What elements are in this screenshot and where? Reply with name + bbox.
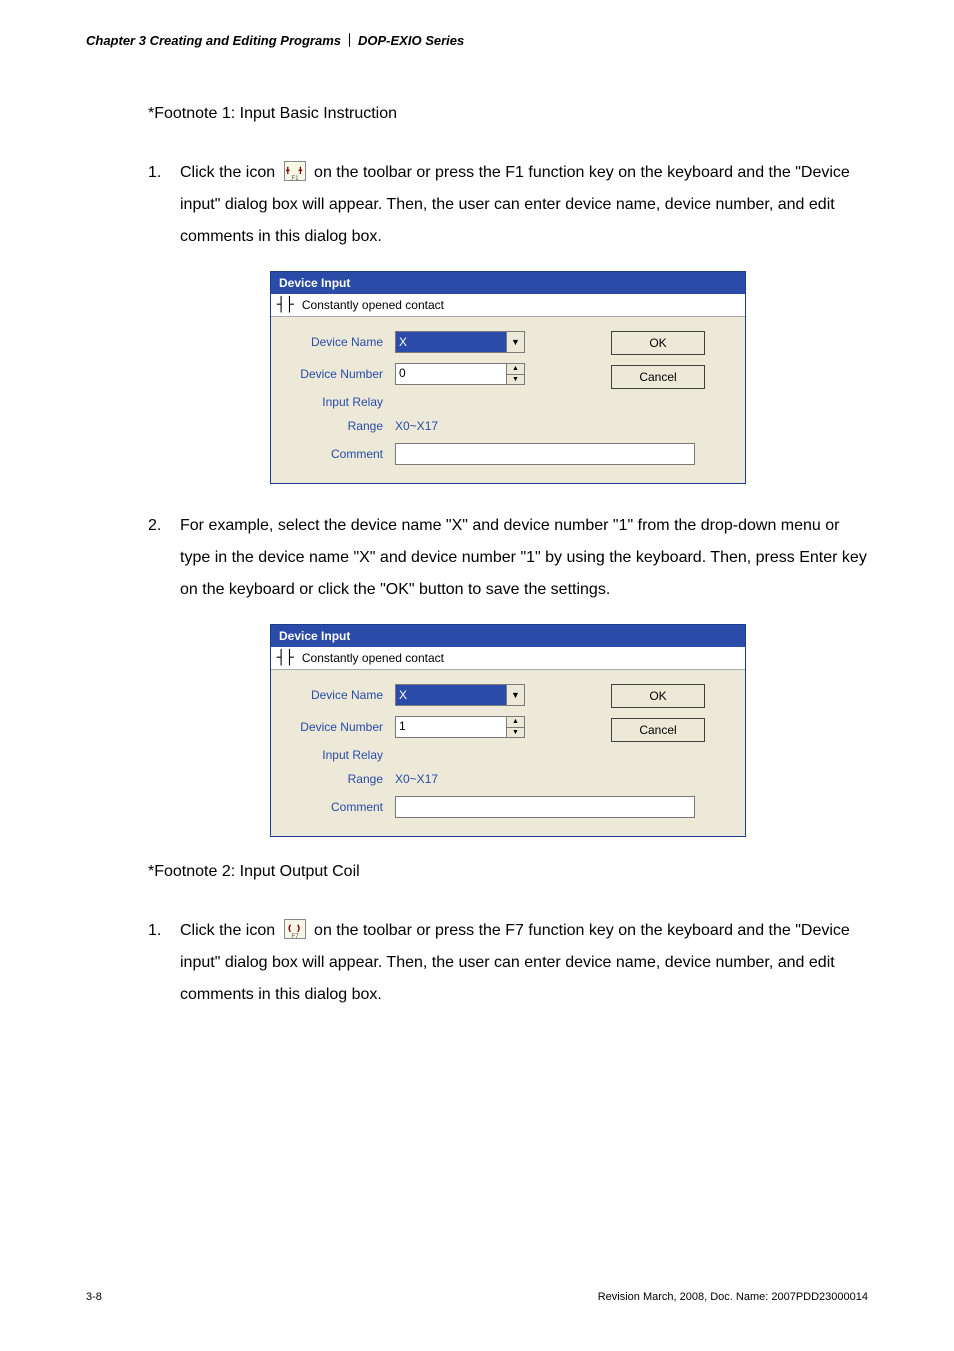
list-number: 1. (148, 157, 180, 253)
page-header: Chapter 3 Creating and Editing Programs｜… (86, 30, 868, 49)
device-name-select[interactable]: X ▼ (395, 684, 525, 706)
device-name-label: Device Name (285, 688, 395, 702)
list-number: 1. (148, 915, 180, 1011)
range-value: X0~X17 (395, 772, 438, 786)
device-name-select[interactable]: X ▼ (395, 331, 525, 353)
dialog-subtitle: Constantly opened contact (302, 651, 444, 665)
series-name: DOP-EXIO Series (358, 33, 464, 48)
dialog-subtitle: Constantly opened contact (302, 298, 444, 312)
footnote2-item-1: 1. Click the icon F7 on the toolbar or p… (148, 915, 868, 1011)
chapter-title: Chapter 3 Creating and Editing Programs (86, 33, 341, 48)
text-pre: Click the icon (180, 922, 280, 939)
normally-open-contact-icon: ┤├ (277, 651, 294, 665)
device-number-value[interactable]: 0 (396, 364, 506, 384)
comment-input[interactable] (395, 796, 695, 818)
list-number: 2. (148, 510, 180, 606)
dropdown-button[interactable]: ▼ (506, 332, 524, 352)
spin-down-button[interactable]: ▼ (507, 375, 524, 385)
text-post: on the toolbar or press the F1 function … (180, 164, 850, 245)
header-separator: ｜ (341, 33, 358, 48)
range-label: Range (285, 772, 395, 786)
text-post: on the toolbar or press the F7 function … (180, 922, 850, 1003)
device-number-value[interactable]: 1 (396, 717, 506, 737)
dropdown-button[interactable]: ▼ (506, 685, 524, 705)
range-value: X0~X17 (395, 419, 438, 433)
cancel-button[interactable]: Cancel (611, 718, 705, 742)
dialog-subtitle-bar: ┤├ Constantly opened contact (271, 647, 745, 670)
list-body: Click the icon F7 on the toolbar or pres… (180, 915, 868, 1011)
svg-text:F7: F7 (291, 933, 299, 940)
dialog-subtitle-bar: ┤├ Constantly opened contact (271, 294, 745, 317)
cancel-button[interactable]: Cancel (611, 365, 705, 389)
svg-text:F1: F1 (291, 175, 299, 182)
input-relay-label: Input Relay (285, 748, 395, 762)
input-relay-label: Input Relay (285, 395, 395, 409)
footnote-1-title: *Footnote 1: Input Basic Instruction (148, 105, 868, 123)
device-number-label: Device Number (285, 720, 395, 734)
revision-info: Revision March, 2008, Doc. Name: 2007PDD… (598, 1291, 868, 1303)
f7-toolbar-icon: F7 (284, 919, 306, 939)
spin-up-button[interactable]: ▲ (507, 364, 524, 375)
dialog-title: Device Input (271, 272, 745, 294)
ok-button[interactable]: OK (611, 331, 705, 355)
dialog-title: Device Input (271, 625, 745, 647)
device-number-spinner[interactable]: 1 ▲ ▼ (395, 716, 525, 738)
device-number-spinner[interactable]: 0 ▲ ▼ (395, 363, 525, 385)
page-number: 3-8 (86, 1291, 102, 1303)
device-name-label: Device Name (285, 335, 395, 349)
device-input-dialog-2: Device Input ┤├ Constantly opened contac… (270, 624, 746, 837)
comment-input[interactable] (395, 443, 695, 465)
ok-button[interactable]: OK (611, 684, 705, 708)
footnote-2-title: *Footnote 2: Input Output Coil (148, 863, 868, 881)
list-body: For example, select the device name "X" … (180, 510, 868, 606)
device-name-value[interactable]: X (396, 332, 506, 352)
range-label: Range (285, 419, 395, 433)
list-body: Click the icon F1 on the toolbar or pres… (180, 157, 868, 253)
text-pre: Click the icon (180, 164, 280, 181)
spin-down-button[interactable]: ▼ (507, 728, 524, 738)
f1-toolbar-icon: F1 (284, 161, 306, 181)
comment-label: Comment (285, 447, 395, 461)
spin-up-button[interactable]: ▲ (507, 717, 524, 728)
device-number-label: Device Number (285, 367, 395, 381)
device-name-value[interactable]: X (396, 685, 506, 705)
page-footer: 3-8 Revision March, 2008, Doc. Name: 200… (86, 1291, 868, 1303)
normally-open-contact-icon: ┤├ (277, 298, 294, 312)
comment-label: Comment (285, 800, 395, 814)
footnote1-item-1: 1. Click the icon F1 on the toolbar or p… (148, 157, 868, 253)
device-input-dialog-1: Device Input ┤├ Constantly opened contac… (270, 271, 746, 484)
footnote1-item-2: 2. For example, select the device name "… (148, 510, 868, 606)
